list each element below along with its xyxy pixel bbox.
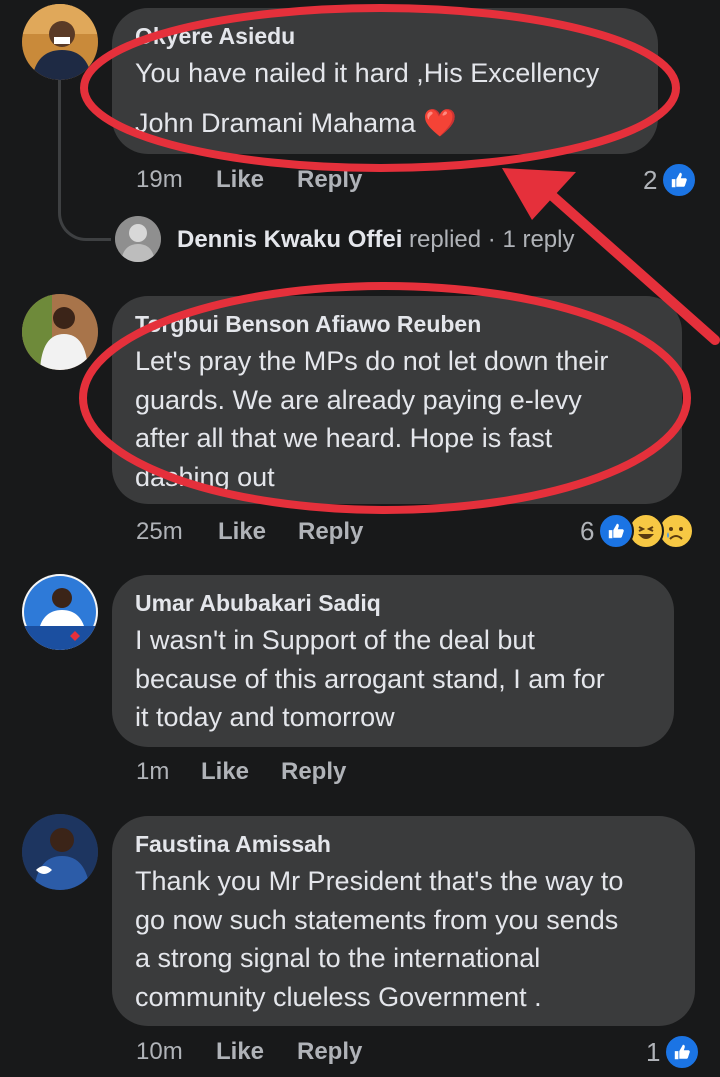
comment-line: go now such statements from you sends (135, 904, 619, 935)
comment-line: because of this arrogant stand, I am for (135, 663, 605, 694)
comment-line: Thank you Mr President that's the way to (135, 866, 624, 896)
comment-text: You have nailed it hard ,His Excellency … (135, 54, 636, 142)
comment-text: I wasn't in Support of the deal but beca… (135, 621, 652, 737)
avatar-dennis-kwaku-offei[interactable] (115, 216, 161, 262)
reply-author[interactable]: Dennis Kwaku Offei (177, 226, 402, 253)
reaction-summary[interactable]: 2 (643, 162, 698, 198)
comment-line: after all that we heard. Hope is fast (135, 423, 553, 453)
like-reaction-icon (664, 1034, 701, 1070)
reaction-count: 2 (643, 164, 658, 195)
like-button[interactable]: Like (216, 166, 264, 194)
like-button[interactable]: Like (218, 518, 266, 546)
comment-bubble: Okyere Asiedu You have nailed it hard ,H… (112, 8, 658, 154)
reaction-summary[interactable]: 1 (646, 1034, 701, 1070)
comment-line: You have nailed it hard ,His Excellency (135, 58, 600, 88)
comment-line-text: John Dramani Mahama (135, 107, 416, 138)
reply-button[interactable]: Reply (281, 758, 346, 786)
thread-connector (58, 80, 111, 241)
comment-line: dashing out (135, 461, 275, 492)
like-button[interactable]: Like (216, 1038, 264, 1066)
comment-bubble: Torgbui Benson Afiawo Reuben Let's pray … (112, 296, 682, 504)
avatar-faustina-amissah[interactable] (22, 814, 98, 890)
reply-separator: · (487, 226, 496, 253)
comment-line: Let's pray the MPs do not let down their (135, 346, 609, 376)
comment-timestamp[interactable]: 25m (136, 518, 183, 546)
reaction-count: 6 (580, 515, 595, 546)
comment-line: John Dramani Mahama ❤️ (135, 104, 636, 143)
comment-author[interactable]: Torgbui Benson Afiawo Reuben (135, 310, 660, 338)
reply-button[interactable]: Reply (297, 166, 362, 194)
comment-line: it today and tomorrow (135, 702, 395, 732)
comment-timestamp[interactable]: 1m (136, 758, 169, 786)
comment-line: I wasn't in Support of the deal but (135, 625, 535, 655)
reply-action: replied (409, 226, 482, 253)
comment-bubble: Faustina Amissah Thank you Mr President … (112, 816, 695, 1026)
reaction-summary[interactable]: 6 (580, 513, 695, 549)
avatar-okyere-asiedu[interactable] (22, 4, 98, 80)
comment-timestamp[interactable]: 10m (136, 1038, 183, 1066)
like-button[interactable]: Like (201, 758, 249, 786)
avatar-umar-abubakari[interactable] (22, 574, 98, 650)
comment-line: community clueless Government . (135, 981, 542, 1012)
comment-timestamp[interactable]: 19m (136, 166, 183, 194)
like-reaction-icon (598, 513, 635, 549)
comment-author[interactable]: Umar Abubakari Sadiq (135, 589, 652, 617)
reply-button[interactable]: Reply (297, 1038, 362, 1066)
reaction-count: 1 (646, 1036, 661, 1067)
comment-author[interactable]: Okyere Asiedu (135, 22, 636, 50)
comment-text: Thank you Mr President that's the way to… (135, 862, 673, 1016)
comment-bubble: Umar Abubakari Sadiq I wasn't in Support… (112, 575, 674, 747)
reply-count[interactable]: 1 reply (502, 226, 574, 253)
comment-line: a strong signal to the international (135, 943, 541, 973)
avatar-torgbui-benson[interactable] (22, 294, 98, 370)
like-reaction-icon (661, 162, 698, 198)
comment-line: guards. We are already paying e-levy (135, 384, 582, 415)
comment-text: Let's pray the MPs do not let down their… (135, 342, 660, 496)
comment-author[interactable]: Faustina Amissah (135, 830, 673, 858)
heart-emoji: ❤️ (423, 107, 457, 138)
reply-thread-summary[interactable]: Dennis Kwaku Offei replied · 1 reply (177, 226, 574, 254)
reply-button[interactable]: Reply (298, 518, 363, 546)
